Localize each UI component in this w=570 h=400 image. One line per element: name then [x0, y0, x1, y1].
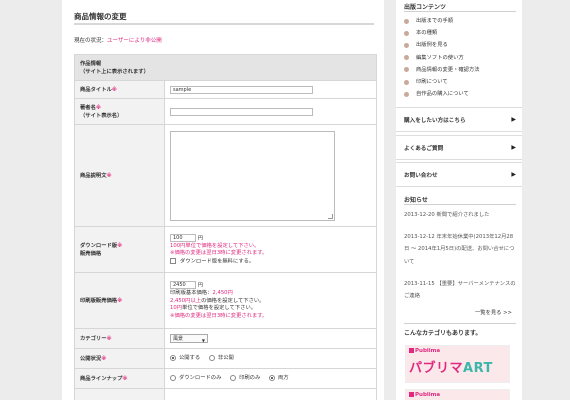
- product-form: 作品情報 （サイト上に表示されます） 商品タイトル※ sample 著者名※ （…: [74, 54, 377, 400]
- radio-icon: [170, 374, 176, 381]
- page-title: 商品情報の変更: [74, 12, 127, 21]
- lineup-option-print[interactable]: 印刷のみ: [230, 374, 260, 381]
- print-note-3: ※価格の変更は翌日3時に変更されます。: [170, 312, 268, 319]
- contents-item[interactable]: 商品情報の変更・確認方法: [404, 64, 480, 76]
- publima-logo-icon: [409, 392, 414, 397]
- contents-item[interactable]: 自作品の購入について: [404, 88, 480, 100]
- bullet-icon: [404, 42, 409, 48]
- contents-heading: 出版コンテンツ: [404, 4, 447, 11]
- lineup-option-download[interactable]: ダウンロードのみ: [170, 374, 221, 381]
- sidebar: 出版コンテンツ 出版までの手順 本の種類 出版例を見る 編集ソフトの使い方 商品…: [396, 0, 522, 400]
- categories-heading: こんなカテゴリもあります。: [404, 330, 482, 337]
- contents-list: 出版までの手順 本の種類 出版例を見る 編集ソフトの使い方 商品情報の変更・確認…: [404, 15, 480, 100]
- resize-grip-icon[interactable]: [328, 213, 333, 219]
- contents-item[interactable]: 出版例を見る: [404, 39, 480, 51]
- publima-art-banner[interactable]: Publima パブリマART: [405, 345, 510, 383]
- download-price-label: ダウンロード版※ 販売価格: [74, 226, 165, 273]
- radio-icon: [230, 374, 237, 381]
- description-label: 商品説明文※: [74, 124, 165, 227]
- news-more-link[interactable]: 一覧を見る >>: [475, 308, 512, 316]
- author-label: 著者名※ （サイト表示名）: [74, 98, 165, 125]
- download-free-label: ダウンロード版を無料にする。: [180, 258, 255, 264]
- description-textarea[interactable]: [170, 130, 335, 221]
- print-base-price: 印刷版基本価格：2,450円: [170, 290, 233, 296]
- publish-option-public[interactable]: 公開する: [170, 354, 200, 361]
- status-line: 現在の状況：ユーザーにより非公開: [74, 36, 162, 44]
- main-content: 商品情報の変更 現在の状況：ユーザーにより非公開 作品情報 （サイト上に表示され…: [62, 0, 384, 400]
- category-label: カテゴリー※: [74, 328, 165, 349]
- contents-item[interactable]: 編集ソフトの使い方: [404, 52, 480, 64]
- news-item[interactable]: 2013-12-20 新聞で紹介されました: [404, 209, 516, 221]
- lineup-label: 商品ラインナップ※: [74, 368, 165, 389]
- radio-icon: [170, 354, 176, 361]
- news-heading: お知らせ: [404, 197, 428, 204]
- product-title-label: 商品タイトル※: [74, 80, 165, 99]
- publish-label: 公開状況※: [74, 348, 165, 369]
- author-input[interactable]: [170, 107, 313, 116]
- bullet-icon: [404, 79, 409, 85]
- bullet-icon: [404, 55, 409, 61]
- publima-banner-2[interactable]: Publima: [405, 389, 510, 400]
- bullet-icon: [404, 91, 409, 97]
- print-note-2: 10円単位で価格を設定して下さい。: [170, 305, 257, 311]
- news-item[interactable]: 2013-12-12 年末年始休業中(2013年12月28日 ～ 2014年1月…: [404, 231, 516, 268]
- download-note-2: ※価格の変更は翌日3時に変更されます。: [170, 250, 268, 256]
- purchase-link-button[interactable]: 購入をしたい方はこちら ▶: [396, 107, 522, 132]
- news-item[interactable]: 2013-11-15 【重要】サーバーメンテナンスのご連絡: [404, 278, 516, 303]
- publish-option-private[interactable]: 非公開: [208, 354, 234, 361]
- bullet-icon: [404, 30, 409, 36]
- arrow-right-icon: ▶: [511, 116, 516, 123]
- status-value: ユーザーにより非公開: [107, 38, 162, 44]
- print-price-input[interactable]: 2450: [170, 281, 196, 289]
- product-title-input[interactable]: sample: [170, 85, 313, 94]
- faq-button[interactable]: よくあるご質問 ▶: [396, 135, 522, 160]
- category-select[interactable]: 風景 ▼: [170, 333, 208, 343]
- arrow-right-icon: ▶: [511, 144, 516, 151]
- download-note-1: 100円単位で価格を設定して下さい。: [170, 242, 260, 249]
- arrow-right-icon: ▶: [511, 171, 516, 178]
- chevron-down-icon: ▼: [201, 337, 205, 343]
- print-note-1: 2,450円以上の価格を設定して下さい。: [170, 297, 265, 304]
- bullet-icon: [404, 67, 409, 73]
- radio-icon: [208, 354, 215, 361]
- contact-button[interactable]: お問い合わせ ▶: [396, 162, 522, 187]
- download-free-checkbox[interactable]: [170, 257, 176, 264]
- lineup-option-both[interactable]: 両方: [268, 374, 289, 381]
- download-price-input[interactable]: 100: [170, 233, 196, 242]
- print-price-label: 印刷版販売価格※: [74, 272, 165, 329]
- radio-icon: [268, 374, 275, 381]
- bullet-icon: [404, 18, 409, 24]
- section-header: 作品情報 （サイト上に表示されます）: [74, 54, 377, 81]
- contents-item[interactable]: 本の種類: [404, 27, 480, 39]
- contents-item[interactable]: 印刷について: [404, 76, 480, 88]
- contents-item[interactable]: 出版までの手順: [404, 15, 480, 27]
- publima-logo-icon: [409, 348, 414, 353]
- title-divider: [74, 23, 374, 25]
- status-label: 現在の状況：: [74, 38, 108, 44]
